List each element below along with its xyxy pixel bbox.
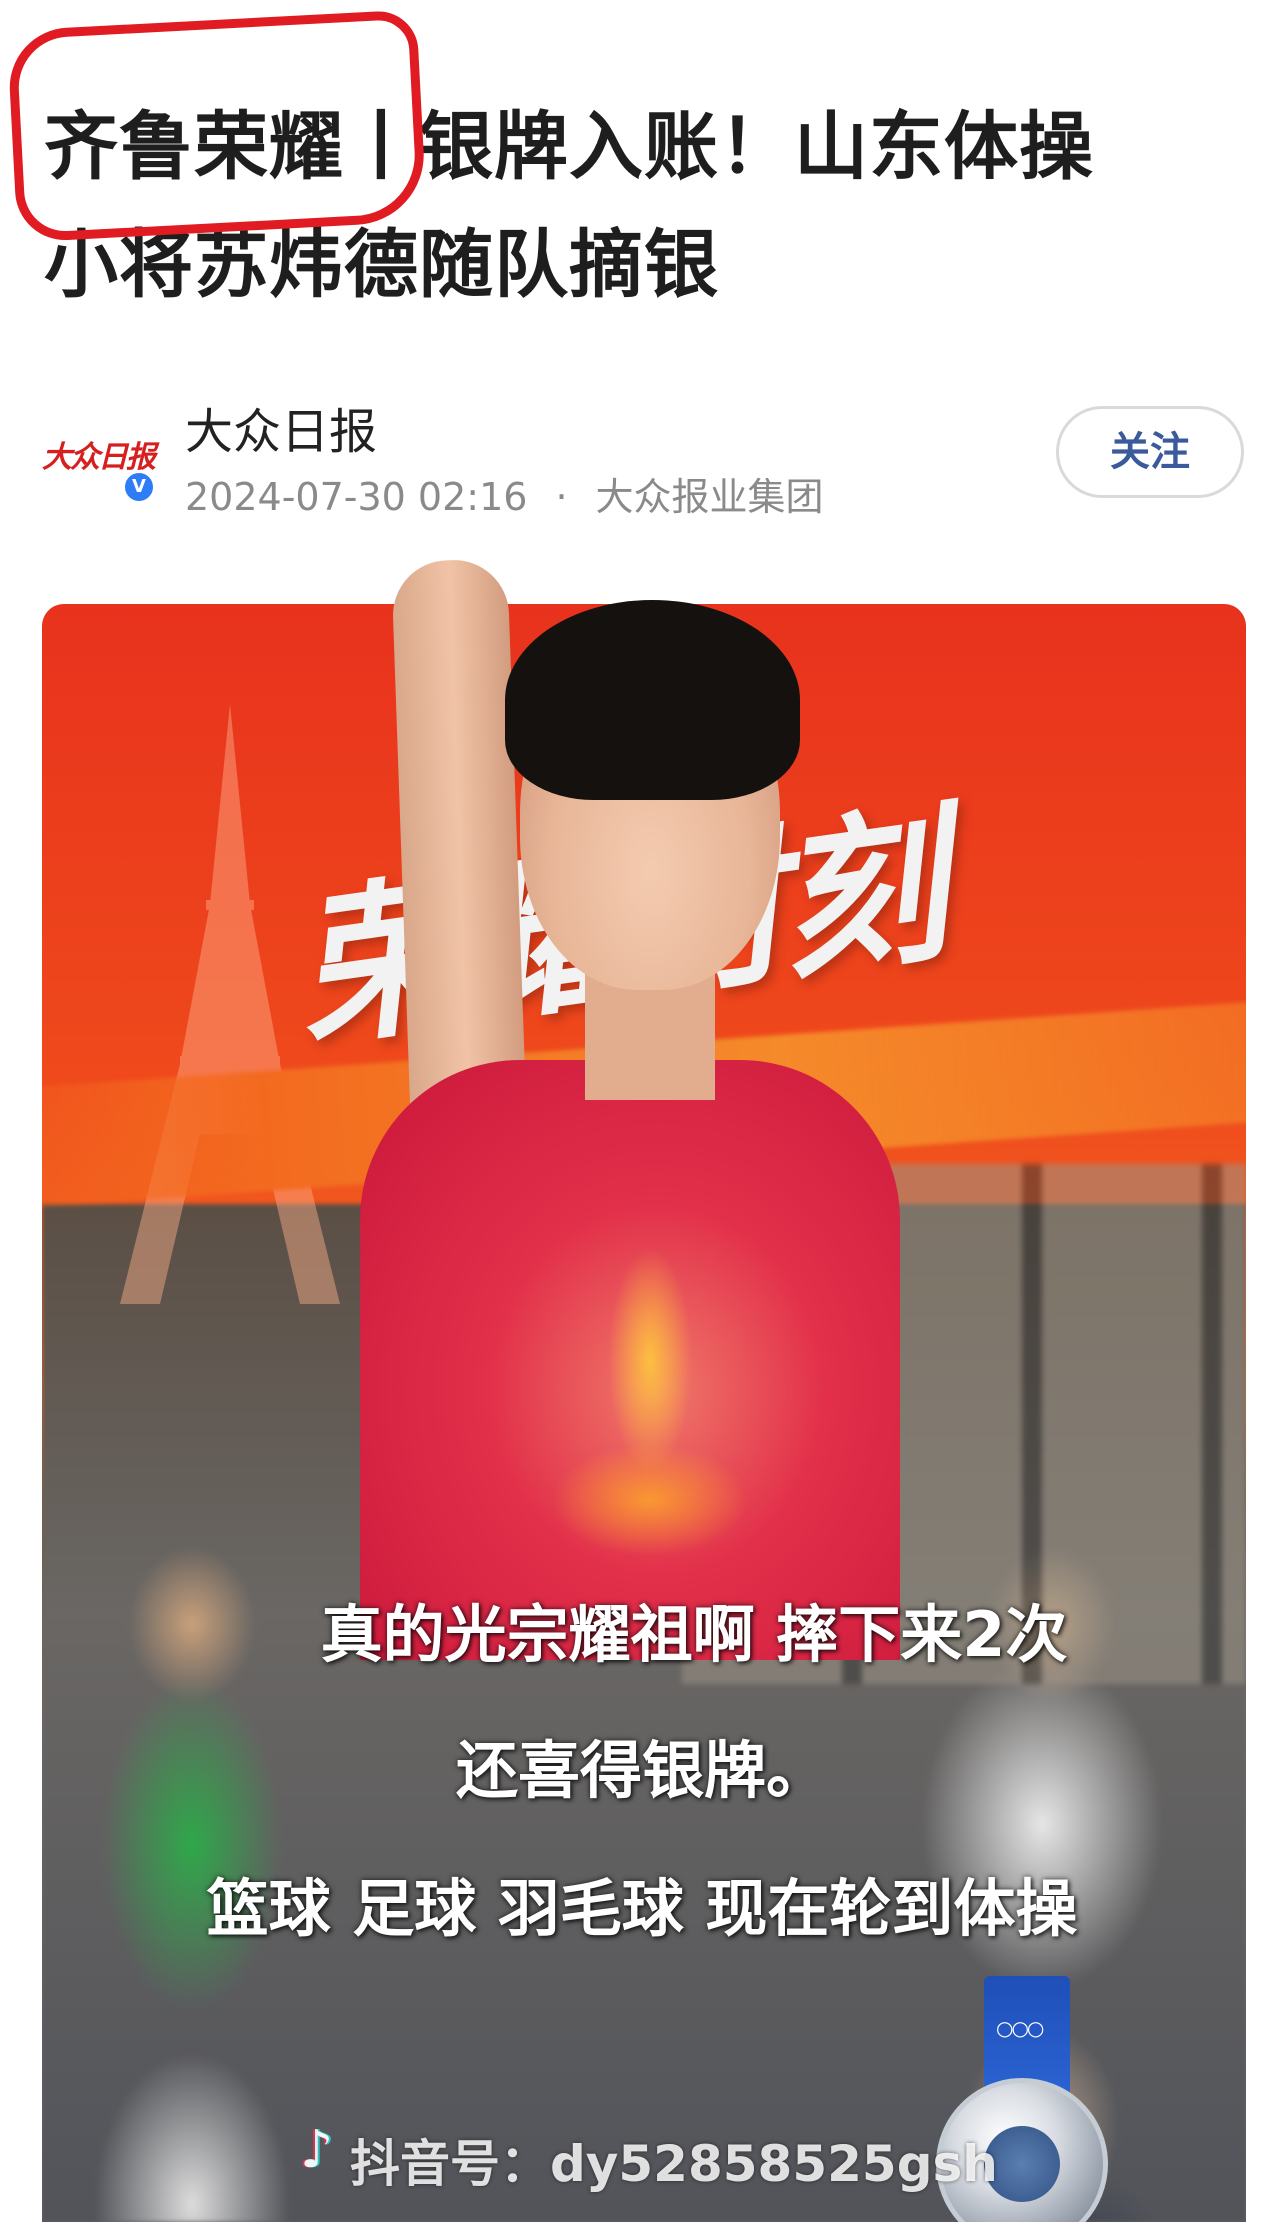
caption-line-1: 真的光宗耀祖啊 摔下来2次 — [320, 1598, 1068, 1671]
publisher-org: 大众报业集团 — [595, 475, 824, 519]
phoenix-emblem — [500, 1180, 800, 1600]
verified-badge-icon: V — [122, 470, 156, 504]
caption-line-2: 还喜得银牌。 — [455, 1734, 828, 1807]
caption-line-3: 篮球 足球 羽毛球 现在轮到体操 — [206, 1872, 1078, 1945]
athlete-hair — [505, 600, 800, 800]
author-avatar[interactable]: 大众日报 V — [40, 420, 158, 504]
olympic-rings-icon: ○○○ — [996, 2016, 1044, 2040]
douyin-watermark: 抖音号：dy52858525gsh — [350, 2135, 998, 2193]
douyin-logo-icon: ♪ — [300, 2120, 334, 2180]
author-meta: 2024-07-30 02:16 · 大众报业集团 — [185, 466, 824, 521]
red-annotation-circle — [6, 9, 428, 243]
meta-separator: · — [555, 475, 568, 519]
author-name[interactable]: 大众日报 — [185, 392, 377, 462]
publish-date: 2024-07-30 02:16 — [185, 475, 528, 519]
follow-button[interactable]: 关注 — [1056, 406, 1244, 498]
article-screenshot: 齐鲁荣耀丨银牌入账！山东体操 小将苏炜德随队摘银 大众日报 V 大众日报 202… — [0, 0, 1284, 2222]
